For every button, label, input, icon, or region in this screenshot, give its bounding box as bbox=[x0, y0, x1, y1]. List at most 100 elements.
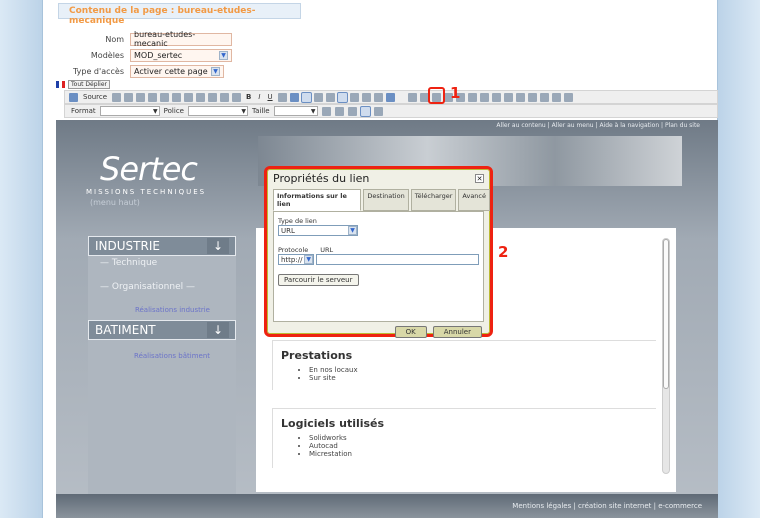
police-select[interactable]: ▼ bbox=[187, 106, 248, 116]
source-icon[interactable] bbox=[69, 92, 78, 102]
link-button-highlight bbox=[428, 87, 445, 104]
link-properties-dialog: Propriétés du lien ✕ Informations sur le… bbox=[264, 166, 493, 338]
textarea-icon[interactable] bbox=[515, 92, 525, 102]
remove-format-icon[interactable] bbox=[232, 92, 242, 102]
underline-icon[interactable]: U bbox=[265, 93, 274, 101]
organisationnel-label: Organisationnel bbox=[111, 282, 184, 292]
find-icon[interactable] bbox=[196, 92, 206, 102]
paste-word-icon[interactable] bbox=[160, 92, 170, 102]
industrie-heading[interactable]: INDUSTRIE ↓ bbox=[88, 236, 236, 256]
logiciels-list: Solidworks Autocad Micrestation bbox=[309, 434, 656, 458]
about-icon[interactable] bbox=[373, 106, 383, 116]
sidebar-item-technique[interactable]: — Technique bbox=[88, 256, 236, 270]
bg-color-icon[interactable] bbox=[334, 106, 344, 116]
arrow-down-icon: ↓ bbox=[207, 238, 229, 254]
copy-icon[interactable] bbox=[124, 92, 134, 102]
link-icon[interactable] bbox=[385, 92, 395, 102]
hidden-field-icon[interactable] bbox=[563, 92, 573, 102]
dialog-title-bar[interactable]: Propriétés du lien ✕ bbox=[267, 169, 490, 188]
cancel-button[interactable]: Annuler bbox=[432, 326, 482, 338]
tab-avance[interactable]: Avancé bbox=[458, 189, 490, 211]
sidebar-item-organisationnel[interactable]: — Organisationnel — bbox=[88, 280, 236, 294]
bulleted-list-icon[interactable] bbox=[300, 91, 312, 103]
url-input[interactable] bbox=[316, 254, 479, 265]
site-sidebar: INDUSTRIE ↓ — Technique — Organisationne… bbox=[88, 236, 236, 498]
taille-select[interactable]: ▼ bbox=[273, 106, 318, 116]
content-scrollbar[interactable] bbox=[662, 238, 670, 474]
flag-fr-icon[interactable] bbox=[56, 81, 65, 88]
protocole-select[interactable]: http:// ▼ bbox=[278, 254, 315, 265]
chevron-down-icon: ▼ bbox=[219, 50, 228, 60]
close-icon[interactable]: ✕ bbox=[475, 174, 484, 183]
acces-select[interactable]: Activer cette page ▼ bbox=[130, 64, 224, 78]
indent-icon[interactable] bbox=[325, 92, 335, 102]
sidebar-link-realisations-industrie[interactable]: Réalisations industrie bbox=[88, 304, 236, 316]
paste-icon[interactable] bbox=[136, 92, 146, 102]
paste-text-icon[interactable] bbox=[148, 92, 158, 102]
batiment-label: BATIMENT bbox=[95, 323, 156, 337]
type-select[interactable]: URL ▼ bbox=[278, 225, 358, 236]
toolbar-row-2: Format ▼ Police ▼ Taille ▼ bbox=[64, 104, 718, 118]
textfield-icon[interactable] bbox=[503, 92, 513, 102]
dialog-title: Propriétés du lien bbox=[273, 172, 370, 185]
browse-server-button[interactable]: Parcourir le serveur bbox=[278, 274, 359, 286]
source-button[interactable]: Source bbox=[81, 93, 109, 101]
align-center-icon[interactable] bbox=[349, 92, 359, 102]
prestations-block[interactable]: Prestations En nos locaux Sur site bbox=[272, 340, 656, 390]
italic-icon[interactable]: I bbox=[256, 93, 262, 101]
tab-telecharger[interactable]: Télécharger bbox=[410, 189, 457, 211]
tab-destination[interactable]: Destination bbox=[363, 189, 409, 211]
ok-button[interactable]: OK bbox=[394, 326, 427, 338]
chevron-down-icon: ▼ bbox=[304, 255, 314, 264]
protocol-labels: Protocole URL bbox=[278, 246, 479, 254]
align-left-icon[interactable] bbox=[336, 91, 348, 103]
taille-label: Taille bbox=[251, 107, 270, 115]
tout-deplier-button[interactable]: Tout Déplier bbox=[68, 80, 110, 89]
list-item: Solidworks bbox=[309, 434, 656, 442]
list-item: En nos locaux bbox=[309, 366, 656, 374]
prestations-list: En nos locaux Sur site bbox=[309, 366, 656, 382]
format-select[interactable]: ▼ bbox=[99, 106, 160, 116]
footer-links[interactable]: Mentions légales | création site interne… bbox=[512, 502, 702, 510]
arrow-down-icon: ↓ bbox=[207, 322, 229, 338]
tagline: MISSIONS TECHNIQUES bbox=[86, 188, 207, 196]
list-item: Micrestation bbox=[309, 450, 656, 458]
nom-input[interactable]: bureau-etudes-mecanic bbox=[130, 30, 232, 48]
numbered-list-icon[interactable] bbox=[289, 92, 299, 102]
strike-icon[interactable] bbox=[277, 92, 287, 102]
radio-icon[interactable] bbox=[491, 92, 501, 102]
toolbar-row-1: Source B I U bbox=[64, 90, 718, 104]
redo-icon[interactable] bbox=[184, 92, 194, 102]
logiciels-block[interactable]: Logiciels utilisés Solidworks Autocad Mi… bbox=[272, 408, 656, 468]
modeles-select[interactable]: MOD_sertec ▼ bbox=[130, 48, 232, 62]
tab-informations[interactable]: Informations sur le lien bbox=[273, 189, 362, 211]
button-field-icon[interactable] bbox=[539, 92, 549, 102]
acces-label: Type d'accès bbox=[73, 66, 124, 76]
show-blocks-icon[interactable] bbox=[359, 105, 371, 117]
batiment-heading[interactable]: BATIMENT ↓ bbox=[88, 320, 236, 340]
image-button-icon[interactable] bbox=[551, 92, 561, 102]
top-navigation[interactable]: Aller au contenu | Aller au menu | Aide … bbox=[496, 122, 700, 129]
scroll-thumb[interactable] bbox=[663, 239, 669, 389]
sertec-logo: Sertec bbox=[100, 150, 198, 188]
maximize-icon[interactable] bbox=[347, 106, 357, 116]
anchor-icon[interactable] bbox=[407, 92, 417, 102]
justify-icon[interactable] bbox=[373, 92, 383, 102]
page-content-tab[interactable]: Contenu de la page : bureau-etudes-mecan… bbox=[58, 3, 301, 26]
align-right-icon[interactable] bbox=[361, 92, 371, 102]
text-color-icon[interactable] bbox=[321, 106, 331, 116]
checkbox-icon[interactable] bbox=[479, 92, 489, 102]
undo-icon[interactable] bbox=[172, 92, 182, 102]
url-label: URL bbox=[320, 246, 334, 254]
outdent-icon[interactable] bbox=[313, 92, 323, 102]
dialog-footer: OK Annuler bbox=[267, 322, 490, 342]
select-field-icon[interactable] bbox=[527, 92, 537, 102]
menu-haut: (menu haut) bbox=[90, 198, 140, 207]
replace-icon[interactable] bbox=[208, 92, 218, 102]
protocole-value: http:// bbox=[281, 255, 303, 264]
bold-icon[interactable]: B bbox=[244, 93, 253, 101]
cut-icon[interactable] bbox=[112, 92, 122, 102]
sidebar-link-realisations-batiment[interactable]: Réalisations bâtiment bbox=[88, 350, 236, 362]
form-icon[interactable] bbox=[467, 92, 477, 102]
select-all-icon[interactable] bbox=[220, 92, 230, 102]
